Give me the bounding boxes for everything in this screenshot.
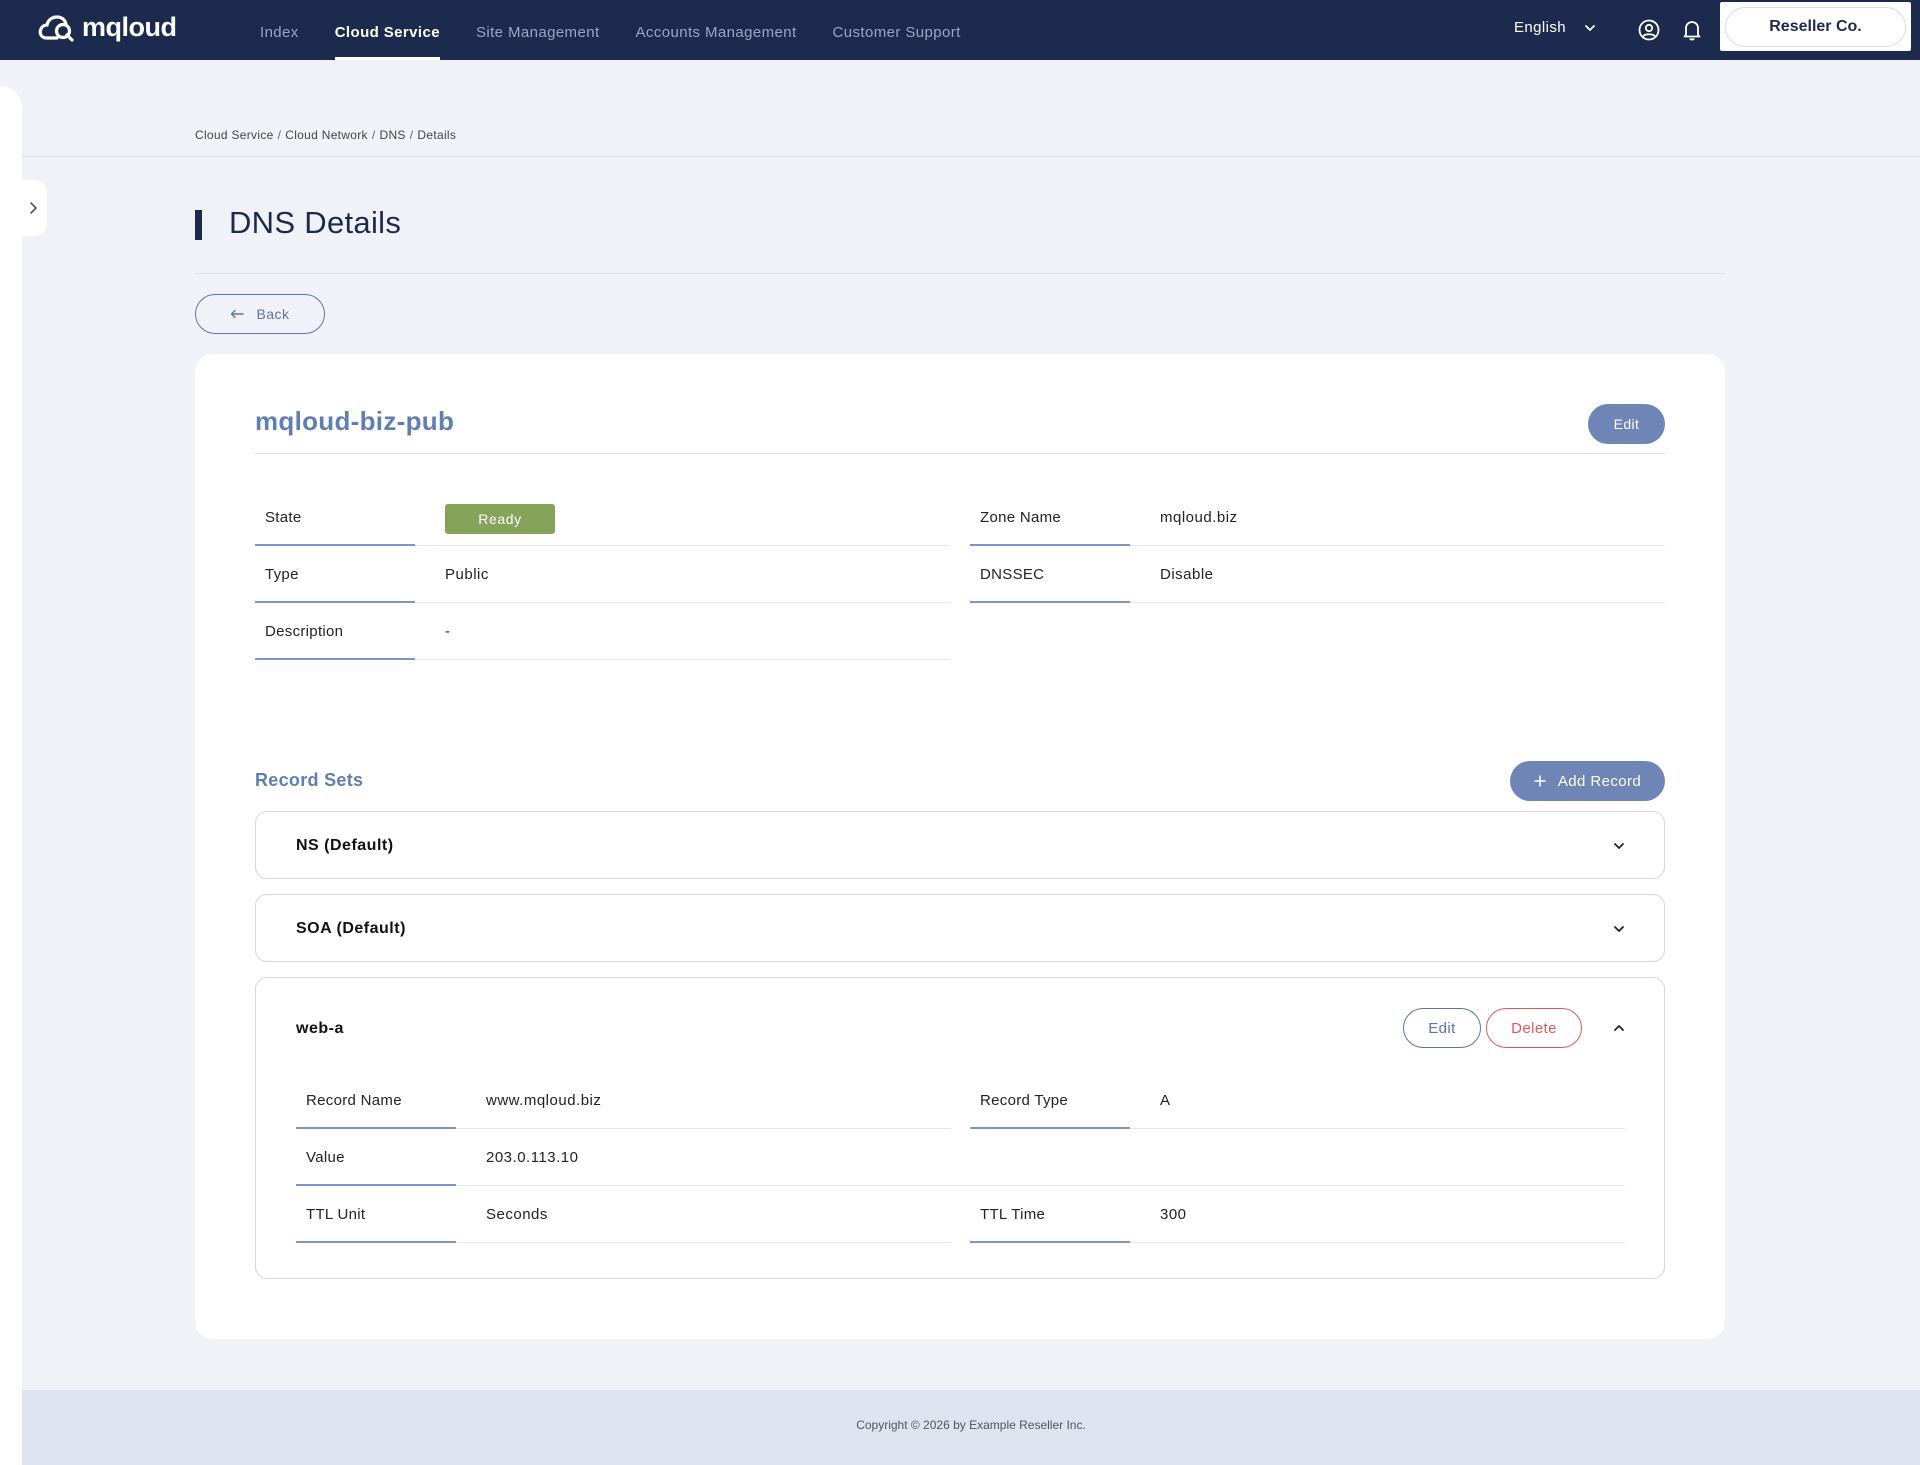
chevron-down-icon [1585,24,1595,31]
field-value: Seconds [486,1206,548,1223]
breadcrumb-dns[interactable]: DNS [380,128,406,142]
notification-bell-icon[interactable] [1682,19,1702,46]
dns-detail-card: mqloud-biz-pub Edit State Ready Type Pub… [195,354,1725,1339]
breadcrumb-bar: Cloud Service / Cloud Network / DNS / De… [22,60,1920,157]
field-state: State Ready [255,489,950,546]
page-footer: Copyright © 2026 by Example Reseller Inc… [22,1390,1920,1465]
cloud-logo-icon [38,14,74,42]
field-label: DNSSEC [970,546,1130,603]
record-field-record-name: Record Name www.mqloud.biz [296,1072,951,1129]
top-navigation-bar: mqloud Index Cloud Service Site Manageme… [0,0,1920,60]
chevron-right-icon [29,202,37,214]
delete-record-button[interactable]: Delete [1486,1008,1582,1048]
field-label: Zone Name [970,489,1130,546]
nav-item-site-management[interactable]: Site Management [458,0,618,60]
breadcrumb-cloud-service[interactable]: Cloud Service [195,128,274,142]
field-value: Disable [1160,566,1214,583]
brand-name: mqloud [82,12,177,42]
breadcrumb-separator: / [277,128,282,142]
collapsed-sidebar [0,86,22,661]
field-description: Description - [255,603,950,660]
reseller-button[interactable]: Reseller Co. [1725,7,1906,47]
field-value: 203.0.113.10 [486,1149,579,1166]
nav-item-index[interactable]: Index [242,0,317,60]
chevron-down-icon[interactable] [1611,921,1627,937]
chevron-up-icon[interactable] [1611,1020,1627,1036]
field-label: Type [255,546,415,603]
breadcrumb-cloud-network[interactable]: Cloud Network [285,128,368,142]
back-button-label: Back [256,306,290,322]
field-label: TTL Time [970,1186,1130,1243]
record-set-title: web-a [296,1020,344,1037]
arrow-left-icon [231,309,245,319]
main-nav: Index Cloud Service Site Management Acco… [242,0,979,60]
field-value: mqloud.biz [1160,509,1238,526]
sidebar-expand-toggle[interactable] [18,180,47,236]
breadcrumb: Cloud Service / Cloud Network / DNS / De… [195,128,456,142]
field-label: Record Name [296,1072,456,1129]
record-field-record-type: Record Type A [970,1072,1625,1129]
record-field-value: Value 203.0.113.10 [296,1129,1625,1186]
record-set-soa[interactable]: SOA (Default) [255,894,1665,962]
back-button[interactable]: Back [195,294,325,334]
record-set-title: SOA (Default) [296,920,406,937]
chevron-down-icon[interactable] [1611,838,1627,854]
edit-record-button[interactable]: Edit [1403,1008,1481,1048]
copyright-text: Copyright © 2026 by Example Reseller Inc… [856,1418,1086,1432]
field-label: Description [255,603,415,660]
field-value: A [1160,1092,1171,1109]
record-set-ns[interactable]: NS (Default) [255,811,1665,879]
edit-dns-button[interactable]: Edit [1588,404,1665,444]
nav-item-accounts-management[interactable]: Accounts Management [618,0,815,60]
field-value: 300 [1160,1206,1187,1223]
add-record-button[interactable]: Add Record [1510,761,1665,801]
field-value: Public [445,566,489,583]
breadcrumb-details: Details [417,128,457,142]
field-type: Type Public [255,546,950,603]
record-sets-heading: Record Sets [255,770,364,790]
field-label: State [255,489,415,546]
title-divider [195,273,1725,274]
nav-item-cloud-service[interactable]: Cloud Service [317,0,458,60]
page-title: DNS Details [229,205,402,240]
plus-icon [1534,775,1546,787]
field-label: TTL Unit [296,1186,456,1243]
heading-divider [255,453,1665,454]
field-label: Value [296,1129,456,1186]
user-account-icon[interactable] [1638,19,1660,46]
field-dnssec: DNSSEC Disable [970,546,1665,603]
breadcrumb-separator: / [371,128,376,142]
field-zone-name: Zone Name mqloud.biz [970,489,1665,546]
title-accent-bar [195,210,202,240]
language-label: English [1514,19,1566,36]
field-value: - [445,623,451,640]
field-label: Record Type [970,1072,1130,1129]
record-field-ttl-unit: TTL Unit Seconds [296,1186,951,1243]
brand-logo[interactable]: mqloud [38,12,177,43]
collapsed-sidebar-lower [0,661,22,1465]
reseller-switcher: Reseller Co. [1720,2,1911,51]
nav-item-customer-support[interactable]: Customer Support [815,0,979,60]
record-set-web-a: web-a Edit Delete Record Name www.mqloud… [255,977,1665,1279]
add-record-label: Add Record [1557,772,1642,790]
breadcrumb-separator: / [409,128,414,142]
dns-name-heading: mqloud-biz-pub [255,406,455,436]
status-badge: Ready [445,504,555,534]
field-value: www.mqloud.biz [486,1092,602,1109]
record-field-ttl-time: TTL Time 300 [970,1186,1625,1243]
record-set-title: NS (Default) [296,837,394,854]
language-selector[interactable]: English [1514,19,1596,36]
